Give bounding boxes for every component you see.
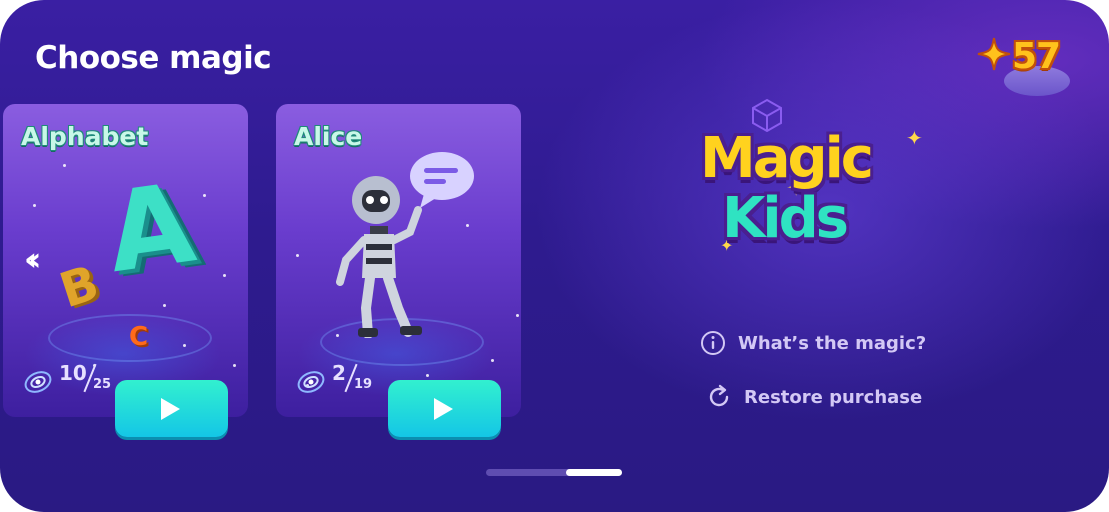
play-icon xyxy=(434,398,453,420)
page-indicator-active xyxy=(566,469,622,476)
magic-kids-logo: ✦ ✦ ✦ Magic Kids xyxy=(690,98,940,263)
card-title: Alice xyxy=(294,122,363,151)
magic-card-alice[interactable]: Alice 2 19 xyxy=(276,104,521,417)
robot-illustration xyxy=(336,152,474,338)
progress-total: 25 xyxy=(93,377,112,392)
speech-bubble-icon xyxy=(410,152,474,208)
progress-current: 10 xyxy=(59,361,87,385)
app-screen: Choose magic 57 Alphabet A B C 10 25 Ali… xyxy=(0,0,1109,512)
sparkle-icon: ✦ xyxy=(906,126,923,150)
restore-purchase-label: Restore purchase xyxy=(744,386,923,408)
magic-card-alphabet[interactable]: Alphabet A B C 10 25 xyxy=(3,104,248,417)
letter-a-art: A xyxy=(99,158,202,298)
galaxy-icon xyxy=(297,371,325,393)
play-button-alphabet[interactable] xyxy=(115,380,228,437)
play-icon xyxy=(161,398,180,420)
info-icon xyxy=(701,331,725,355)
page-title: Choose magic xyxy=(35,40,272,76)
whats-the-magic-link[interactable]: What’s the magic? xyxy=(700,328,926,358)
whats-the-magic-label: What’s the magic? xyxy=(738,332,927,354)
card-title: Alphabet xyxy=(21,122,149,151)
progress-current: 2 xyxy=(332,361,346,385)
logo-word-magic: Magic xyxy=(700,126,874,191)
letter-c-art: C xyxy=(129,322,149,352)
logo-word-kids: Kids xyxy=(722,186,849,251)
galaxy-icon xyxy=(24,371,52,393)
play-button-alice[interactable] xyxy=(388,380,501,437)
sparkle-star-icon xyxy=(977,37,1011,71)
progress-total: 19 xyxy=(354,377,373,392)
page-indicator xyxy=(486,469,622,476)
refresh-icon xyxy=(709,384,729,407)
restore-purchase-link[interactable]: Restore purchase xyxy=(706,382,922,412)
letter-b-art: B xyxy=(53,254,106,320)
coin-count: 57 xyxy=(1012,36,1061,77)
coin-balance[interactable]: 57 xyxy=(976,36,1086,100)
double-chevron-left-icon[interactable]: ‹‹ xyxy=(24,240,42,278)
